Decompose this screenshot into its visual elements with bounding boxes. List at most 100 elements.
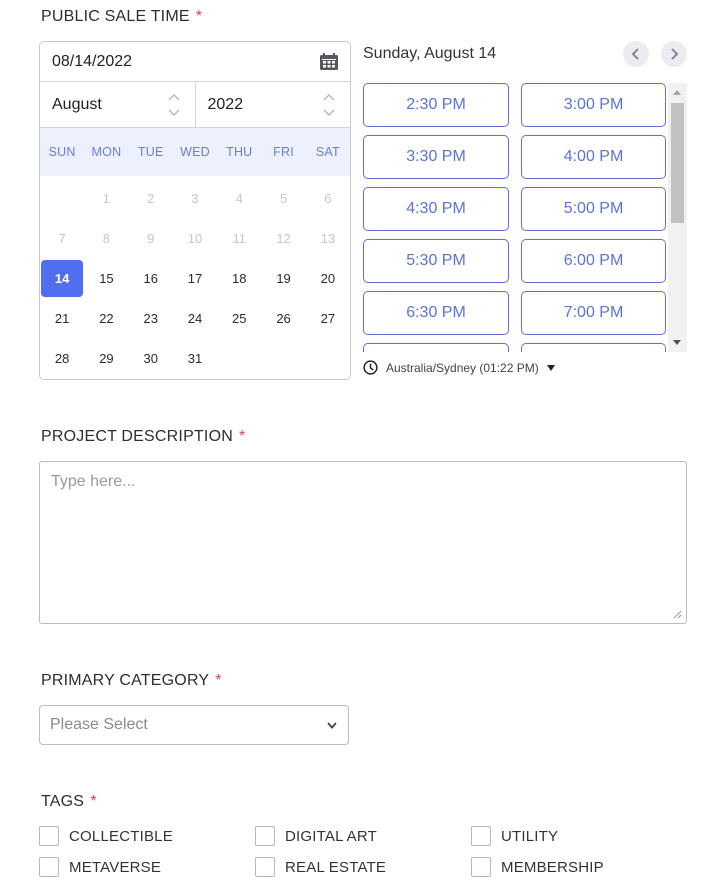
calendar-icon[interactable] [320,53,338,70]
calendar-day[interactable]: 23 [129,298,173,338]
calendar-day[interactable]: 26 [261,298,305,338]
time-slot-button[interactable]: 4:30 PM [363,187,509,231]
calendar-day[interactable]: 29 [84,338,128,378]
calendar-day[interactable]: 21 [40,298,84,338]
calendar-day-label: 10 [187,230,203,246]
scroll-down-arrow-icon[interactable] [673,340,681,345]
weekday-label: THU [226,145,253,159]
checkbox[interactable] [255,857,275,877]
weekday-label: FRI [273,145,294,159]
calendar-day: 8 [84,218,128,258]
date-picker: 08/14/2022 August 2022 SUN MON TUE WED T… [39,41,351,380]
calendar-day[interactable]: 16 [129,258,173,298]
scrollbar-thumb[interactable] [671,103,684,223]
checkbox[interactable] [255,826,275,846]
calendar-day[interactable]: 18 [217,258,261,298]
description-label-text: PROJECT DESCRIPTION [41,428,233,445]
scroll-up-arrow-icon[interactable] [673,90,681,95]
year-selector[interactable]: 2022 [196,82,351,127]
weekday-label: TUE [137,145,164,159]
time-slot-button[interactable]: 4:00 PM [521,135,666,179]
sale-time-label-text: PUBLIC SALE TIME [41,8,190,25]
required-mark: * [215,672,222,689]
calendar-day: 7 [40,218,84,258]
tags-label-text: TAGS [41,793,85,810]
tag-checkbox-metaverse[interactable]: METAVERSE [39,857,161,877]
calendar-day[interactable]: 25 [217,298,261,338]
calendar-day[interactable]: 27 [306,298,350,338]
calendar-day: 11 [217,218,261,258]
calendar-day-label: 29 [99,350,114,366]
calendar-day[interactable]: 31 [173,338,217,378]
category-select[interactable]: Please Select [39,705,349,745]
calendar-day[interactable]: 22 [84,298,128,338]
calendar-day-label: 19 [276,270,291,286]
checkbox[interactable] [39,826,59,846]
time-slot-button[interactable]: 6:00 PM [521,239,666,283]
calendar-day[interactable]: 24 [173,298,217,338]
tag-checkbox-membership[interactable]: MEMBERSHIP [471,857,604,877]
calendar-day-label: 8 [102,230,111,246]
sale-time-label: PUBLIC SALE TIME * [41,8,202,26]
calendar-day[interactable]: 17 [173,258,217,298]
calendar-day: 2 [129,178,173,218]
prev-day-button[interactable] [623,41,649,67]
calendar-day: 12 [261,218,305,258]
calendar-day-label: 13 [320,230,336,246]
time-slot-list: 2:30 PM 3:00 PM 3:30 PM 4:00 PM 4:30 PM 5:00 … [363,83,687,352]
weekday-label: MON [91,145,122,159]
timezone-selector[interactable]: Australia/Sydney (01:22 PM) [363,360,555,375]
calendar-day[interactable]: 19 [261,258,305,298]
tag-label: REAL ESTATE [285,858,387,876]
time-slot-button[interactable]: 5:30 PM [363,239,509,283]
time-slot-button[interactable]: 3:00 PM [521,83,666,127]
calendar-day-label: 15 [99,270,114,286]
scrollbar[interactable] [668,83,687,352]
calendar-day-label: 30 [143,350,158,366]
checkbox[interactable] [39,857,59,877]
month-value: August [52,95,102,113]
calendar-day-label: 2 [147,190,155,206]
calendar-day-label: 26 [276,310,291,326]
time-slot-button[interactable]: 7:30 PM [363,343,509,352]
time-slot-button[interactable]: 2:30 PM [363,83,509,127]
tag-checkbox-collectible[interactable]: COLLECTIBLE [39,826,173,846]
date-input[interactable]: 08/14/2022 [40,42,350,82]
description-label: PROJECT DESCRIPTION * [41,428,245,446]
required-mark: * [238,428,246,445]
checkbox[interactable] [471,857,491,877]
category-label-text: PRIMARY CATEGORY [41,672,210,689]
calendar-day: 6 [306,178,350,218]
month-selector[interactable]: August [40,82,196,127]
resize-handle-icon[interactable] [673,610,682,619]
time-slot-button[interactable]: 8:00 PM [521,343,666,352]
spinner-icon[interactable] [322,92,336,118]
year-value: 2022 [207,95,244,113]
calendar-day[interactable]: 15 [84,258,128,298]
calendar-day-label: 22 [99,310,114,326]
calendar-day-label: 3 [191,190,199,206]
calendar-days: 1 2 3 4 5 6 7 8 9 10 11 12 13 14 15 16 17 18 19 20 21 22 23 24 2… [40,176,350,378]
tag-checkbox-digital-art[interactable]: DIGITAL ART [255,826,377,846]
spinner-icon[interactable] [167,92,181,118]
date-value[interactable]: 08/14/2022 [52,53,132,71]
calendar-day: 4 [217,178,261,218]
weekday-header: SUN MON TUE WED THU FRI SAT [40,128,350,176]
calendar-day[interactable]: 28 [40,338,84,378]
calendar-day[interactable]: 20 [306,258,350,298]
timezone-value: Australia/Sydney (01:22 PM) [386,360,539,375]
tag-label: COLLECTIBLE [69,827,173,845]
time-slot-button[interactable]: 5:00 PM [521,187,666,231]
calendar-day[interactable]: 30 [129,338,173,378]
time-slot-button[interactable]: 3:30 PM [363,135,509,179]
calendar-day-label: 25 [232,310,247,326]
calendar-day-selected[interactable]: 14 [40,258,84,298]
time-slot-button[interactable]: 7:00 PM [521,291,666,335]
time-slot-button[interactable]: 6:30 PM [363,291,509,335]
tag-checkbox-utility[interactable]: UTILITY [471,826,558,846]
tag-checkbox-real-estate[interactable]: REAL ESTATE [255,857,386,877]
tag-label: MEMBERSHIP [501,858,604,876]
next-day-button[interactable] [661,41,687,67]
description-textarea[interactable]: Type here... [39,461,687,624]
checkbox[interactable] [471,826,491,846]
